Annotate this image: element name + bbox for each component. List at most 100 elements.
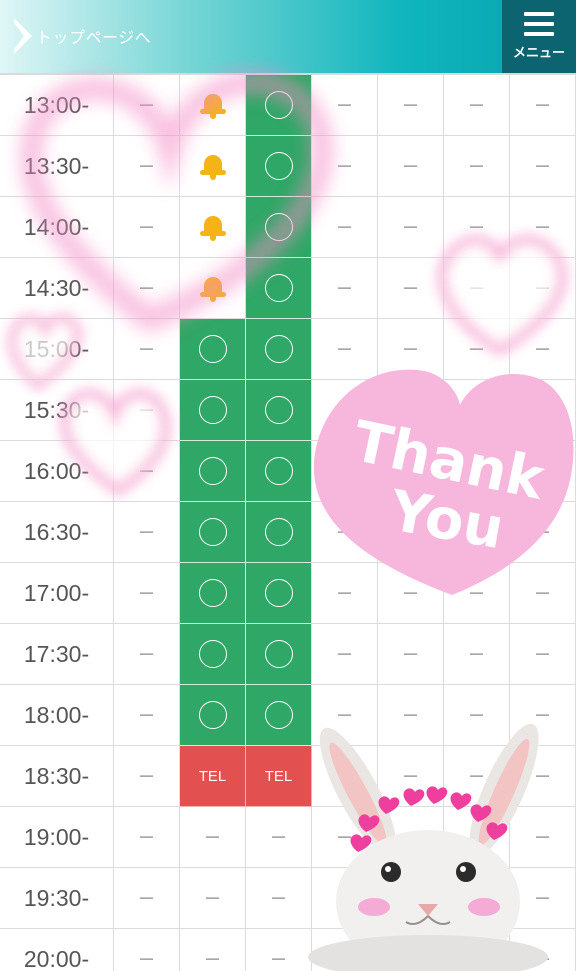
- unavailable-slot: －: [312, 685, 378, 746]
- unavailable-slot: －: [378, 563, 444, 624]
- unavailable-slot: －: [180, 868, 246, 929]
- menu-label: メニュー: [512, 46, 565, 61]
- available-circle-icon: [264, 701, 293, 729]
- available-slot[interactable]: [180, 685, 246, 746]
- unavailable-slot: －: [378, 258, 444, 319]
- unavailable-slot: －: [444, 197, 510, 258]
- time-label: 17:30-: [0, 624, 114, 685]
- time-label: 19:00-: [0, 807, 114, 868]
- available-slot[interactable]: [180, 441, 246, 502]
- available-slot[interactable]: [246, 319, 312, 380]
- unavailable-slot: －: [378, 685, 444, 746]
- available-circle-icon: [198, 579, 227, 607]
- time-label: 14:30-: [0, 258, 114, 319]
- back-arrow-icon: [14, 18, 32, 54]
- unavailable-slot: －: [312, 258, 378, 319]
- time-label: 15:00-: [0, 319, 114, 380]
- time-label: 13:30-: [0, 136, 114, 197]
- available-slot[interactable]: [246, 380, 312, 441]
- time-label: 16:00-: [0, 441, 114, 502]
- unavailable-slot: －: [444, 502, 510, 563]
- unavailable-slot: －: [114, 929, 180, 971]
- unavailable-slot: －: [312, 502, 378, 563]
- unavailable-slot: －: [510, 685, 576, 746]
- time-label: 13:00-: [0, 75, 114, 136]
- unavailable-slot: －: [114, 258, 180, 319]
- available-slot[interactable]: [246, 502, 312, 563]
- unavailable-slot: －: [114, 807, 180, 868]
- available-circle-icon: [198, 457, 227, 485]
- unavailable-slot: －: [378, 319, 444, 380]
- unavailable-slot: －: [510, 75, 576, 136]
- time-label: 19:30-: [0, 868, 114, 929]
- unavailable-slot: －: [114, 685, 180, 746]
- bell-icon: [199, 213, 226, 241]
- available-slot[interactable]: [246, 685, 312, 746]
- hamburger-icon: [524, 12, 554, 36]
- unavailable-slot: －: [114, 319, 180, 380]
- unavailable-slot: －: [510, 563, 576, 624]
- unavailable-slot: －: [312, 319, 378, 380]
- unavailable-slot: －: [312, 929, 378, 971]
- time-label: 17:00-: [0, 563, 114, 624]
- unavailable-slot: －: [444, 868, 510, 929]
- available-circle-icon: [264, 518, 293, 546]
- tel-slot[interactable]: TEL: [180, 746, 246, 807]
- available-circle-icon: [264, 335, 293, 363]
- unavailable-slot: －: [444, 441, 510, 502]
- available-circle-icon: [264, 457, 293, 485]
- unavailable-slot: －: [444, 624, 510, 685]
- time-label: 14:00-: [0, 197, 114, 258]
- available-circle-icon: [264, 274, 293, 302]
- unavailable-slot: －: [444, 136, 510, 197]
- available-circle-icon: [198, 335, 227, 363]
- available-slot[interactable]: [246, 624, 312, 685]
- unavailable-slot: －: [378, 807, 444, 868]
- time-label: 18:00-: [0, 685, 114, 746]
- available-slot[interactable]: [180, 563, 246, 624]
- available-circle-icon: [198, 518, 227, 546]
- unavailable-slot: －: [312, 441, 378, 502]
- unavailable-slot: －: [510, 807, 576, 868]
- tel-slot[interactable]: TEL: [246, 746, 312, 807]
- unavailable-slot: －: [114, 441, 180, 502]
- available-slot[interactable]: [246, 563, 312, 624]
- unavailable-slot: －: [510, 441, 576, 502]
- unavailable-slot: －: [114, 75, 180, 136]
- unavailable-slot: －: [114, 380, 180, 441]
- back-to-top-link[interactable]: トップページへ: [14, 16, 151, 56]
- unavailable-slot: －: [444, 685, 510, 746]
- available-slot[interactable]: [246, 75, 312, 136]
- unavailable-slot: －: [312, 563, 378, 624]
- unavailable-slot: －: [180, 807, 246, 868]
- available-slot[interactable]: [246, 197, 312, 258]
- unavailable-slot: －: [114, 563, 180, 624]
- available-slot[interactable]: [180, 502, 246, 563]
- unavailable-slot: －: [378, 197, 444, 258]
- available-slot[interactable]: [180, 624, 246, 685]
- available-circle-icon: [264, 396, 293, 424]
- unavailable-slot: －: [510, 624, 576, 685]
- available-slot[interactable]: [180, 319, 246, 380]
- notify-slot: [180, 75, 246, 136]
- unavailable-slot: －: [312, 807, 378, 868]
- unavailable-slot: －: [444, 75, 510, 136]
- unavailable-slot: －: [510, 319, 576, 380]
- available-circle-icon: [264, 91, 293, 119]
- menu-button[interactable]: メニュー: [502, 0, 576, 73]
- available-slot[interactable]: [246, 136, 312, 197]
- unavailable-slot: －: [378, 75, 444, 136]
- schedule-table: 13:00- －－－－－ 13:30- －－－－－ 14:00- －－－－－ 14:30- －…: [0, 73, 576, 971]
- available-slot[interactable]: [180, 380, 246, 441]
- available-slot[interactable]: [246, 258, 312, 319]
- unavailable-slot: －: [114, 502, 180, 563]
- available-circle-icon: [264, 640, 293, 668]
- unavailable-slot: －: [378, 441, 444, 502]
- time-label: 15:30-: [0, 380, 114, 441]
- unavailable-slot: －: [378, 502, 444, 563]
- available-slot[interactable]: [246, 441, 312, 502]
- unavailable-slot: －: [312, 380, 378, 441]
- unavailable-slot: －: [510, 197, 576, 258]
- time-label: 18:30-: [0, 746, 114, 807]
- unavailable-slot: －: [378, 746, 444, 807]
